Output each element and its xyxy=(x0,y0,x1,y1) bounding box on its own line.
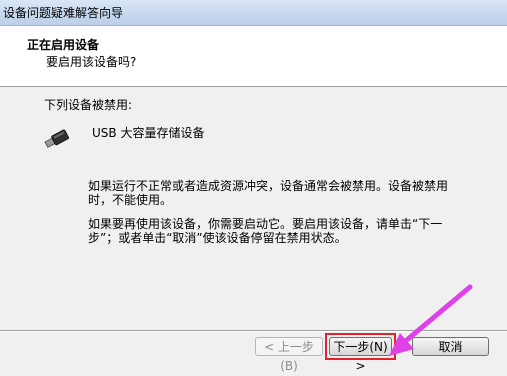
title-bar: 设备问题疑难解答向导 xyxy=(0,0,507,26)
next-button[interactable]: 下一步(N) > xyxy=(329,337,392,373)
device-name: USB 大容量存储设备 xyxy=(92,126,205,140)
window-title: 设备问题疑难解答向导 xyxy=(3,6,124,20)
wizard-body: 下列设备被禁用: USB 大容量存储设备 如果运行不正常或者造成资源冲突，设备通… xyxy=(0,87,507,327)
header-title: 正在启用设备 xyxy=(27,38,100,52)
back-button[interactable]: < 上一步(B) xyxy=(255,337,323,373)
description-paragraph-2: 如果要再使用该设备，你需要启动它。要启用该设备，请单击“下一步”；或者单击“取消… xyxy=(88,217,443,245)
device-item: USB 大容量存储设备 xyxy=(40,121,340,155)
intro-text: 下列设备被禁用: xyxy=(44,98,133,112)
description-paragraph-1: 如果运行不正常或者造成资源冲突，设备通常会被禁用。设备被禁用时，不能使用。 xyxy=(88,179,449,207)
usb-plug-icon xyxy=(44,129,69,148)
header-subtitle: 要启用该设备吗? xyxy=(46,55,137,69)
cancel-button[interactable]: 取消 xyxy=(412,337,489,356)
wizard-header: 正在启用设备 要启用该设备吗? xyxy=(0,26,507,87)
footer-divider xyxy=(0,330,507,332)
